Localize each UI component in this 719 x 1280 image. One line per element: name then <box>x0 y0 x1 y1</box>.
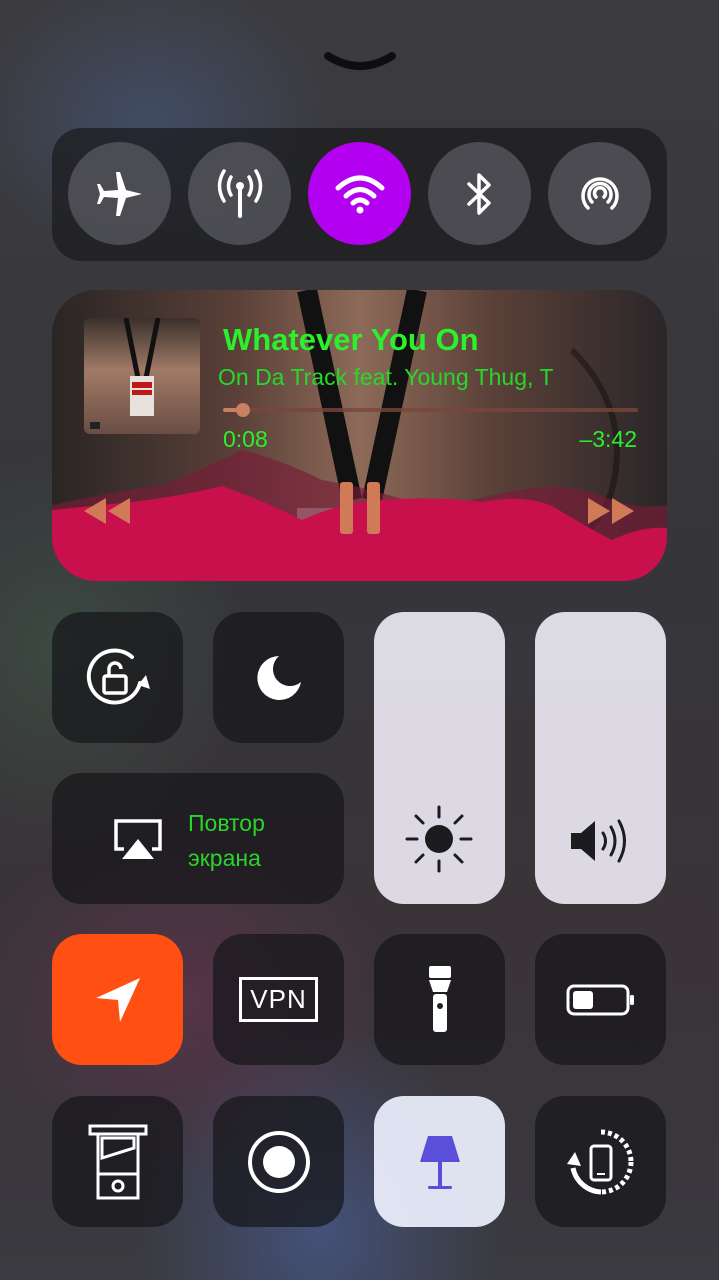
volume-slider[interactable] <box>535 612 666 904</box>
cellular-data-button[interactable] <box>188 142 291 245</box>
airplane-icon <box>96 171 142 216</box>
speaker-icon <box>571 819 626 863</box>
airdrop-button[interactable] <box>548 142 651 245</box>
screen-mirroring-label-line1: Повтор <box>188 810 265 836</box>
pause-icon[interactable] <box>338 482 382 534</box>
vpn-button[interactable]: VPN <box>213 934 344 1065</box>
phone-rotate-icon <box>566 1129 633 1194</box>
do-not-disturb-button[interactable] <box>213 612 344 743</box>
playback-scrubber-knob[interactable] <box>235 403 250 417</box>
song-title: Whatever You On <box>223 322 479 357</box>
location-arrow-icon <box>95 977 140 1022</box>
chevron-down-icon[interactable] <box>324 48 396 76</box>
airdrop-icon <box>580 176 619 210</box>
bluetooth-button[interactable] <box>428 142 531 245</box>
wifi-icon <box>335 175 384 213</box>
guillotine-icon <box>88 1124 147 1199</box>
battery-icon <box>566 984 634 1015</box>
airplane-mode-button[interactable] <box>68 142 171 245</box>
screen-recording-button[interactable] <box>213 1096 344 1227</box>
connectivity-panel <box>52 128 667 261</box>
flashlight-icon <box>428 965 451 1032</box>
lamp-button[interactable] <box>374 1096 505 1227</box>
orientation-button[interactable] <box>535 1096 666 1227</box>
playback-scrubber[interactable] <box>223 403 638 417</box>
rotation-lock-icon <box>86 648 150 705</box>
antenna-icon <box>217 168 262 218</box>
brightness-slider[interactable] <box>374 612 505 904</box>
sun-icon <box>405 805 473 873</box>
wifi-button[interactable] <box>308 142 411 245</box>
song-artist: On Da Track feat. Young Thug, T <box>218 364 554 390</box>
flashlight-button[interactable] <box>374 934 505 1065</box>
location-button[interactable] <box>52 934 183 1065</box>
rotation-lock-button[interactable] <box>52 612 183 743</box>
screen-mirroring-label-line2: экрана <box>188 845 261 871</box>
fast-forward-icon[interactable] <box>586 496 636 526</box>
album-cover-image <box>90 318 161 429</box>
lamp-icon <box>419 1135 460 1189</box>
moon-icon <box>256 655 301 700</box>
album-art[interactable] <box>84 318 200 434</box>
record-icon <box>247 1130 310 1193</box>
airplay-icon <box>114 819 162 859</box>
guillotine-button[interactable] <box>52 1096 183 1227</box>
rewind-icon[interactable] <box>82 496 132 526</box>
vpn-label: VPN <box>239 977 318 1022</box>
low-power-mode-button[interactable] <box>535 934 666 1065</box>
screen-mirroring-button[interactable]: Повтор экрана <box>52 773 344 904</box>
now-playing-tile[interactable]: Whatever You On On Da Track feat. Young … <box>52 290 667 581</box>
bluetooth-icon <box>466 172 491 215</box>
